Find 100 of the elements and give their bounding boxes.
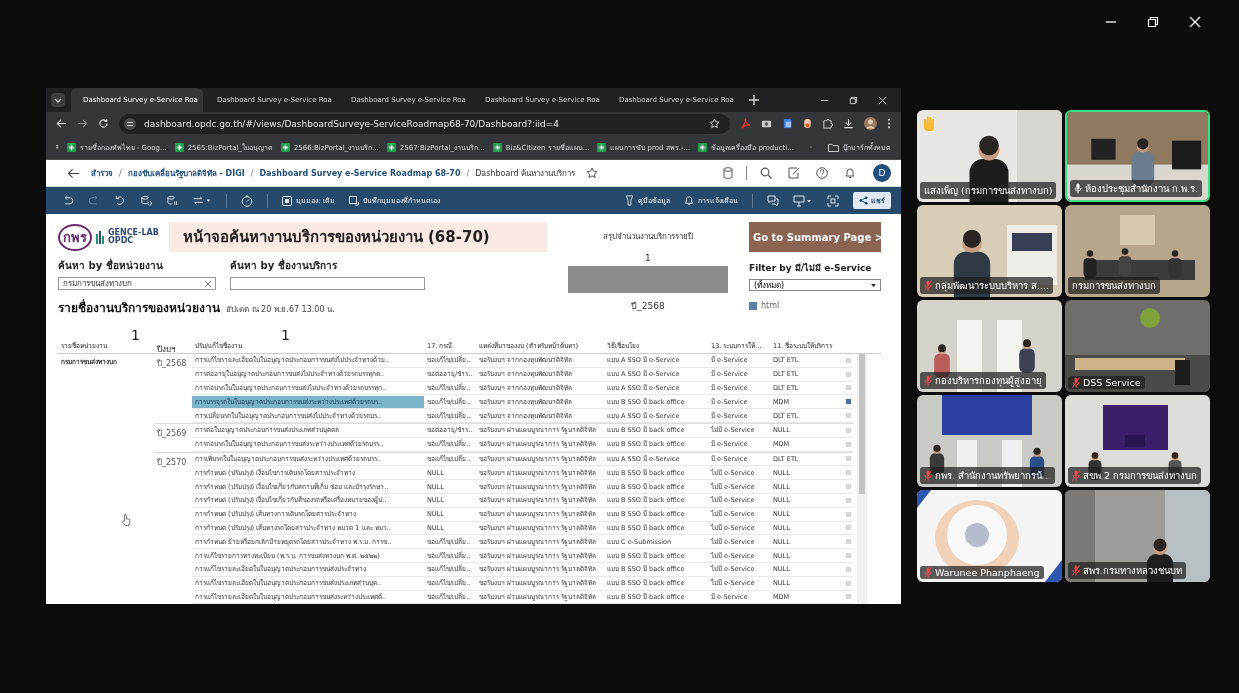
video-tile[interactable]: สขพ.2 กรมการขนส่งทางบก [1065, 395, 1210, 487]
logo-text: GENCE-LAB [108, 229, 159, 237]
participant-name-tag: สขพ.2 กรมการขนส่งทางบก [1068, 467, 1202, 484]
puzzle-icon[interactable] [822, 118, 833, 130]
logo: กพร [58, 223, 92, 251]
breadcrumb-link[interactable]: Dashboard Survey e-Service Roadmap 68-70 [259, 168, 461, 178]
plus-square-icon [698, 142, 708, 152]
header-mark: 1 [131, 327, 140, 343]
site-info-icon[interactable] [124, 117, 136, 130]
agency-search-field[interactable]: กรมการขนส่งทางบก [58, 277, 216, 290]
search-label: ค้นหา by ชื่อหน่วยงาน [58, 258, 164, 273]
participant-name-tag: แสงเพ็ญ (กรมการขนส่งทางบก) [920, 182, 1057, 199]
new-tab-icon[interactable] [749, 95, 759, 105]
swap-icon[interactable] [192, 195, 212, 206]
plus-square-icon [174, 142, 184, 152]
video-tile[interactable]: ห้องประชุมสำนักงาน ก.พ.ร. [1065, 110, 1210, 202]
breadcrumb-link[interactable]: สำรวจ [91, 166, 113, 180]
document-icon[interactable] [782, 118, 793, 130]
extension-icon[interactable] [803, 118, 812, 130]
updated-note: อัปเดต ณ 20 พ.ย.67 13.00 น. [226, 304, 335, 316]
bell-icon [684, 195, 694, 206]
timer-icon[interactable] [241, 194, 253, 207]
help-icon[interactable] [816, 167, 828, 179]
participant-name-tag: กพร. สำนักงานทรัพยากรน้... [920, 467, 1056, 484]
video-tile[interactable]: Warunee Phanphaeng [917, 490, 1062, 582]
bars-logo-icon [96, 230, 104, 244]
video-tile[interactable]: สพร.กรมทางหลวงชนบท [1065, 490, 1210, 582]
pdf-icon[interactable] [740, 118, 751, 130]
hand-cursor-icon [122, 514, 131, 526]
database-icon[interactable] [723, 167, 733, 179]
participant-name-tag: สพร.กรมทางหลวงชนบท [1068, 562, 1187, 579]
legend-swatch [749, 301, 757, 310]
breadcrumb-separator: / [119, 168, 122, 178]
caret-icon [871, 283, 876, 287]
filter-dropdown[interactable]: (ทั้งหมด) [749, 279, 881, 291]
table-cell-text: ปี_2570 [156, 456, 188, 469]
close-icon[interactable] [878, 95, 887, 105]
plus-square-icon [66, 142, 76, 152]
address-bar[interactable]: dashboard.opdc.go.th/#/views/DashboardSurveye-ServiceRoadmap68-70/Dashboard?:iid=4 [119, 113, 730, 134]
clear-icon[interactable] [205, 280, 211, 287]
breadcrumb-link[interactable]: กองขับเคลื่อนรัฐบาลดิจิทัล - DIGI [127, 166, 245, 180]
page-title: Dashboard ค้นหางานบริการ [475, 167, 576, 180]
search-icon[interactable] [760, 167, 772, 179]
restore-icon[interactable] [849, 95, 858, 105]
video-tile[interactable]: DSS Service [1065, 300, 1210, 392]
save-view-icon [348, 195, 359, 206]
participant-name-tag: ห้องประชุมสำนักงาน ก.พ.ร. [1070, 180, 1203, 197]
video-tile[interactable]: แสงเพ็ญ (กรมการขนส่งทางบก) [917, 110, 1062, 202]
profile-avatar[interactable] [864, 117, 877, 131]
bell-icon[interactable] [844, 167, 856, 179]
scrollbar-thumb[interactable] [859, 354, 865, 494]
header-mark: 1 [281, 327, 290, 343]
download-icon[interactable] [843, 118, 854, 130]
participant-name-tag: กลุ่มพัฒนาระบบบริหาร ส.... [920, 277, 1054, 294]
comment-icon[interactable] [767, 194, 779, 207]
plus-square-icon [280, 142, 290, 152]
video-tile[interactable]: กองบริหารกองทุนผู้สูงอายุ [917, 300, 1062, 392]
plus-square-icon [492, 142, 502, 152]
menu-icon[interactable] [887, 118, 891, 130]
legend-label: html [761, 301, 780, 310]
fullscreen-icon[interactable] [827, 194, 839, 207]
folder-icon [828, 142, 839, 152]
summary-year: ปี_2568 [631, 300, 665, 313]
summary-title: สรุปจำนวนงานบริการรายปี [602, 231, 693, 243]
search-label: ค้นหา by ชื่องานบริการ [230, 258, 338, 273]
video-tile[interactable]: กพร. สำนักงานทรัพยากรน้... [917, 395, 1062, 487]
undo-icon[interactable] [62, 195, 74, 206]
forward-icon[interactable] [77, 118, 88, 130]
user-avatar[interactable]: D [873, 164, 891, 182]
back-icon[interactable] [67, 167, 80, 179]
share-icon [859, 196, 868, 205]
table-cell-text: ปี_2569 [156, 428, 188, 440]
service-search-field[interactable] [230, 277, 425, 290]
summary-count: 1 [645, 253, 651, 263]
plus-square-icon [597, 142, 607, 152]
plus-square-icon [386, 142, 396, 152]
column-header[interactable]: ปีงบฯ [154, 340, 192, 356]
favorite-icon[interactable] [586, 167, 599, 179]
pause-icon[interactable] [166, 195, 178, 206]
section-title: รายชื่องานบริการของหน่วยงาน [58, 298, 220, 317]
camera-icon[interactable] [761, 118, 772, 130]
breadcrumb-separator: / [250, 168, 254, 178]
presentation-icon[interactable] [793, 194, 813, 207]
filter-label: Filter by มี/ไม่มี e-Service [749, 262, 873, 275]
refresh-icon[interactable] [140, 195, 152, 206]
logo-text: OPDC [108, 237, 134, 245]
table-cell-text: ปี_2568 [156, 358, 188, 370]
participant-name-tag: กองบริหารกองทุนผู้สูงอายุ [920, 372, 1046, 389]
participant-name-tag: Warunee Phanphaeng [920, 566, 1044, 579]
edit-icon[interactable] [788, 167, 800, 179]
dashboard-title: หน้าจอค้นหางานบริการของหน่วยงาน (68-70) [168, 222, 547, 252]
revert-icon[interactable] [114, 195, 126, 206]
star-icon[interactable] [709, 118, 720, 130]
tab-search-icon[interactable] [51, 93, 65, 107]
video-tile[interactable]: กลุ่มพัฒนาระบบบริหาร ส.... [917, 205, 1062, 297]
reload-icon[interactable] [98, 118, 109, 130]
participant-name-tag: กรมการขนส่งทางบก [1068, 277, 1160, 294]
video-tile[interactable]: กรมการขนส่งทางบก [1065, 205, 1210, 297]
view-icon [282, 195, 292, 206]
breadcrumb-separator: / [466, 168, 470, 178]
